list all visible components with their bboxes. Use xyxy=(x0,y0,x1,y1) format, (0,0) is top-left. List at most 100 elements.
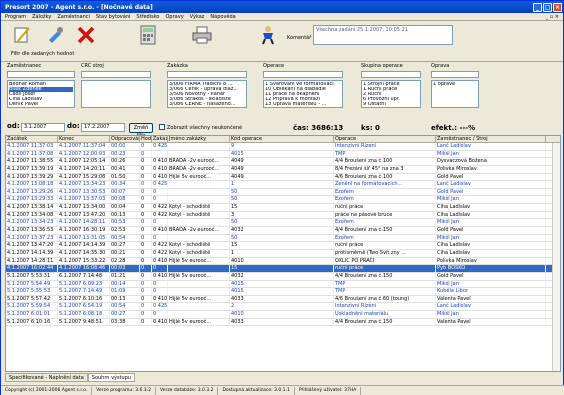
col-header[interactable]: Odpracováno xyxy=(110,136,140,142)
col-header[interactable]: Operace xyxy=(334,136,436,142)
table-row[interactable]: 4.1.2007 11:37:03 4.1.2007 11:37:04 00:00 0… xyxy=(6,143,560,151)
table-row[interactable]: 5.1.2007 5:55:53 5.1.2007 7:14:49 01:09 0 0 4… xyxy=(6,288,560,296)
table-cell: 0 xyxy=(140,249,152,257)
table-cell: 0 xyxy=(140,143,152,150)
date-to-field[interactable]: 17.2.2007 xyxy=(81,123,125,132)
table-row[interactable]: 4.1.2007 13:08:18 4.1.2007 13:34:23 00:34 0… xyxy=(6,181,560,189)
zakazka-list[interactable]: 3/006 FIRMA Tradiční 8 ... 3/066 Čeník -… xyxy=(167,80,247,108)
menu-opravy[interactable]: Opravy xyxy=(166,14,184,20)
komentar-field[interactable]: Všechna zadání 25.1.2007, 10:05:21 xyxy=(313,25,453,45)
change-filter-button[interactable]: Změň filtr xyxy=(129,123,153,139)
crc-list[interactable] xyxy=(81,80,151,108)
table-row[interactable]: 5.1.2007 5:59:54 5.1.2007 6:54:19 00:54 0 0 … xyxy=(6,303,560,312)
table-row[interactable]: 5.1.2007 5:54:49 5.1.2007 6:09:23 00:14 0 0 4… xyxy=(6,280,560,289)
close-button[interactable]: × xyxy=(553,2,562,12)
zamestnanec-list[interactable]: Bednář Roman Bílek Zdeněk Čadil Josef Cí… xyxy=(7,80,75,108)
table-row[interactable]: 4.1.2007 13:47:20 4.1.2007 14:14:39 00:27 0… xyxy=(6,242,560,250)
table-cell: 0 xyxy=(152,234,168,242)
table-row[interactable]: 5.1.2007 5:53:31 6.1.2007 7:14:48 01:21 0 0 … xyxy=(6,272,560,281)
list-item[interactable]: 1 opravě xyxy=(433,82,477,87)
table-cell: ruční práce xyxy=(334,265,436,272)
oprava-input[interactable] xyxy=(431,71,479,78)
table-row[interactable]: 4.1.2007 13:39:19 4.1.2007 14:20:11 00:41 0… xyxy=(6,165,560,174)
col-header[interactable]: Konec xyxy=(58,136,110,142)
table-row[interactable]: 4.1.2007 13:29:33 4.1.2007 13:37:03 00:08 0… xyxy=(6,196,560,205)
table-row[interactable]: 5.1.2007 5:57:42 5.1.2007 6:10:16 00:13 0 0 … xyxy=(6,295,560,304)
col-header[interactable]: Jméno zakázky xyxy=(168,136,230,142)
table-cell: 4.1.2007 13:34:23 xyxy=(6,219,58,227)
operace-list[interactable]: 1 Svařování ve formátovací 10 Oblékání n… xyxy=(263,80,343,108)
table-cell: 02:53 xyxy=(110,227,140,234)
mdi-window-controls[interactable]: _ ▫ × xyxy=(546,14,559,20)
tab-souhrn[interactable]: Souhrn výstupu xyxy=(87,373,136,382)
table-cell: 4.1.2007 15:29:08 xyxy=(58,173,110,181)
menu-stav[interactable]: Stav bytování xyxy=(96,14,130,20)
menu-zalozky[interactable]: Záložky xyxy=(32,14,51,20)
maximize-button[interactable]: □ xyxy=(543,2,552,12)
table-cell: 02:28 xyxy=(110,257,140,265)
date-from-field[interactable]: 3.1.2007 xyxy=(21,123,65,132)
col-header[interactable]: Kód operace xyxy=(230,136,334,142)
table-cell: TMP xyxy=(334,150,436,158)
calculator-icon[interactable] xyxy=(137,24,159,46)
list-item[interactable]: 3/086 ČERNÉ - nasazeno... xyxy=(169,102,245,107)
table-row[interactable]: 4.1.2007 13:39:29 4.1.2007 15:29:08 01:50 0… xyxy=(6,173,560,182)
skupina-list[interactable]: 1 Strojní práce 1 Ruční práce 2 Ruční 6 … xyxy=(361,80,421,108)
table-row[interactable]: 4.1.2007 13:37:23 4.1.2007 13:31:05 00:54 0… xyxy=(6,234,560,243)
show-unfinished-checkbox[interactable] xyxy=(159,124,165,130)
table-row[interactable]: 5.1.2007 6:10:16 5.1.2007 9:48:51 03:38 0 0 … xyxy=(6,318,560,327)
table-cell: 00:03 xyxy=(110,265,140,272)
table-cell: 00:53 xyxy=(110,219,140,227)
table-cell: 0 xyxy=(140,196,152,204)
zakazka-input[interactable] xyxy=(167,71,247,78)
printer-icon[interactable] xyxy=(191,24,213,46)
table-cell: Cíha Ladislav xyxy=(436,242,546,249)
zamestnanec-input[interactable] xyxy=(7,71,75,78)
table-cell: 00:54 xyxy=(110,234,140,242)
title-bar[interactable]: Presort 2007 - Agent s.r.o. - [Nočnavé d… xyxy=(1,1,563,13)
col-header[interactable]: Zaměstnanec / Stroj xyxy=(436,136,546,142)
col-header[interactable]: Zakázka xyxy=(152,136,168,142)
list-item[interactable]: 13 Úprava materiálu - ... xyxy=(265,102,341,107)
table-row[interactable]: 4.1.2007 13:38:14 4.1.2007 13:34:00 00:04 0… xyxy=(6,204,560,212)
table-row[interactable]: 4.1.2007 11:38:55 4.1.2007 12:05:14 00:26 0… xyxy=(6,158,560,166)
records-table[interactable]: Začátek Konec Odpracováno Hodiny Zakázka… xyxy=(5,135,561,372)
status-update: Dostupná aktualizace: 3.0.1.1 xyxy=(218,386,295,395)
table-row[interactable]: 4.1.2007 14:14:39 4.1.2007 14:35:30 00:21 0… xyxy=(6,249,560,258)
col-header[interactable]: Začátek xyxy=(6,136,58,142)
table-row[interactable]: 4.1.2007 16:02:44 4.1.2007 16:08:46 00:03 0… xyxy=(6,265,560,273)
list-item[interactable]: Deník Pavel xyxy=(9,102,73,107)
table-row[interactable]: 4.1.2007 13:34:23 4.1.2007 14:28:11 00:53 0… xyxy=(6,219,560,228)
vertical-scrollbar[interactable] xyxy=(552,143,560,371)
menu-napoveda[interactable]: Nápověda xyxy=(210,14,235,20)
menu-stredisko[interactable]: Středisko xyxy=(136,14,159,20)
table-cell: 50 xyxy=(230,219,334,227)
tab-naplneni[interactable]: Specifikované - Naplnění data xyxy=(5,373,88,382)
table-row[interactable]: 4.1.2007 11:37:08 4.1.2007 12:00:03 00:23 0… xyxy=(6,150,560,159)
table-cell: 3 xyxy=(230,211,334,219)
table-row[interactable]: 4.1.2007 13:29:26 4.1.2007 13:30:53 00:07 0… xyxy=(6,188,560,197)
menu-vykaz[interactable]: Výkaz xyxy=(190,14,205,20)
minimize-button[interactable]: _ xyxy=(533,2,542,12)
edit-icon[interactable] xyxy=(11,24,33,46)
menu-program[interactable]: Program xyxy=(5,14,26,20)
oprava-list[interactable]: 1 opravě xyxy=(431,80,479,108)
tools-icon[interactable] xyxy=(45,24,67,46)
table-cell: 0 xyxy=(140,265,152,272)
table-row[interactable]: 4.1.2007 13:36:53 4.1.2007 16:30:19 02:53 0… xyxy=(6,227,560,235)
table-cell: 0 xyxy=(140,303,152,311)
table-row[interactable]: 4.1.2007 14:28:11 4.1.2007 15:33:22 02:28 0… xyxy=(6,257,560,266)
operace-input[interactable] xyxy=(263,71,343,78)
table-cell: 0 42592 xyxy=(153,143,168,150)
user-icon[interactable] xyxy=(257,24,279,46)
col-header[interactable]: Hodiny xyxy=(140,136,152,142)
table-cell: BRADA -2v eurooč... xyxy=(168,227,230,234)
skupina-input[interactable] xyxy=(361,71,421,78)
status-user: Přihlášený uživatel: 37HA xyxy=(295,386,362,395)
list-item[interactable]: 9 Ostatní xyxy=(363,102,419,107)
menu-zamestnanci[interactable]: Zaměstnanci xyxy=(57,14,90,20)
table-row[interactable]: 4.1.2007 13:34:08 4.1.2007 13:47:20 00:13 0… xyxy=(6,211,560,220)
table-row[interactable]: 5.1.2007 6:01:01 5.1.2007 6:08:18 00:27 0 0 4… xyxy=(6,311,560,319)
crc-input[interactable] xyxy=(81,71,151,78)
delete-icon[interactable] xyxy=(75,24,97,46)
